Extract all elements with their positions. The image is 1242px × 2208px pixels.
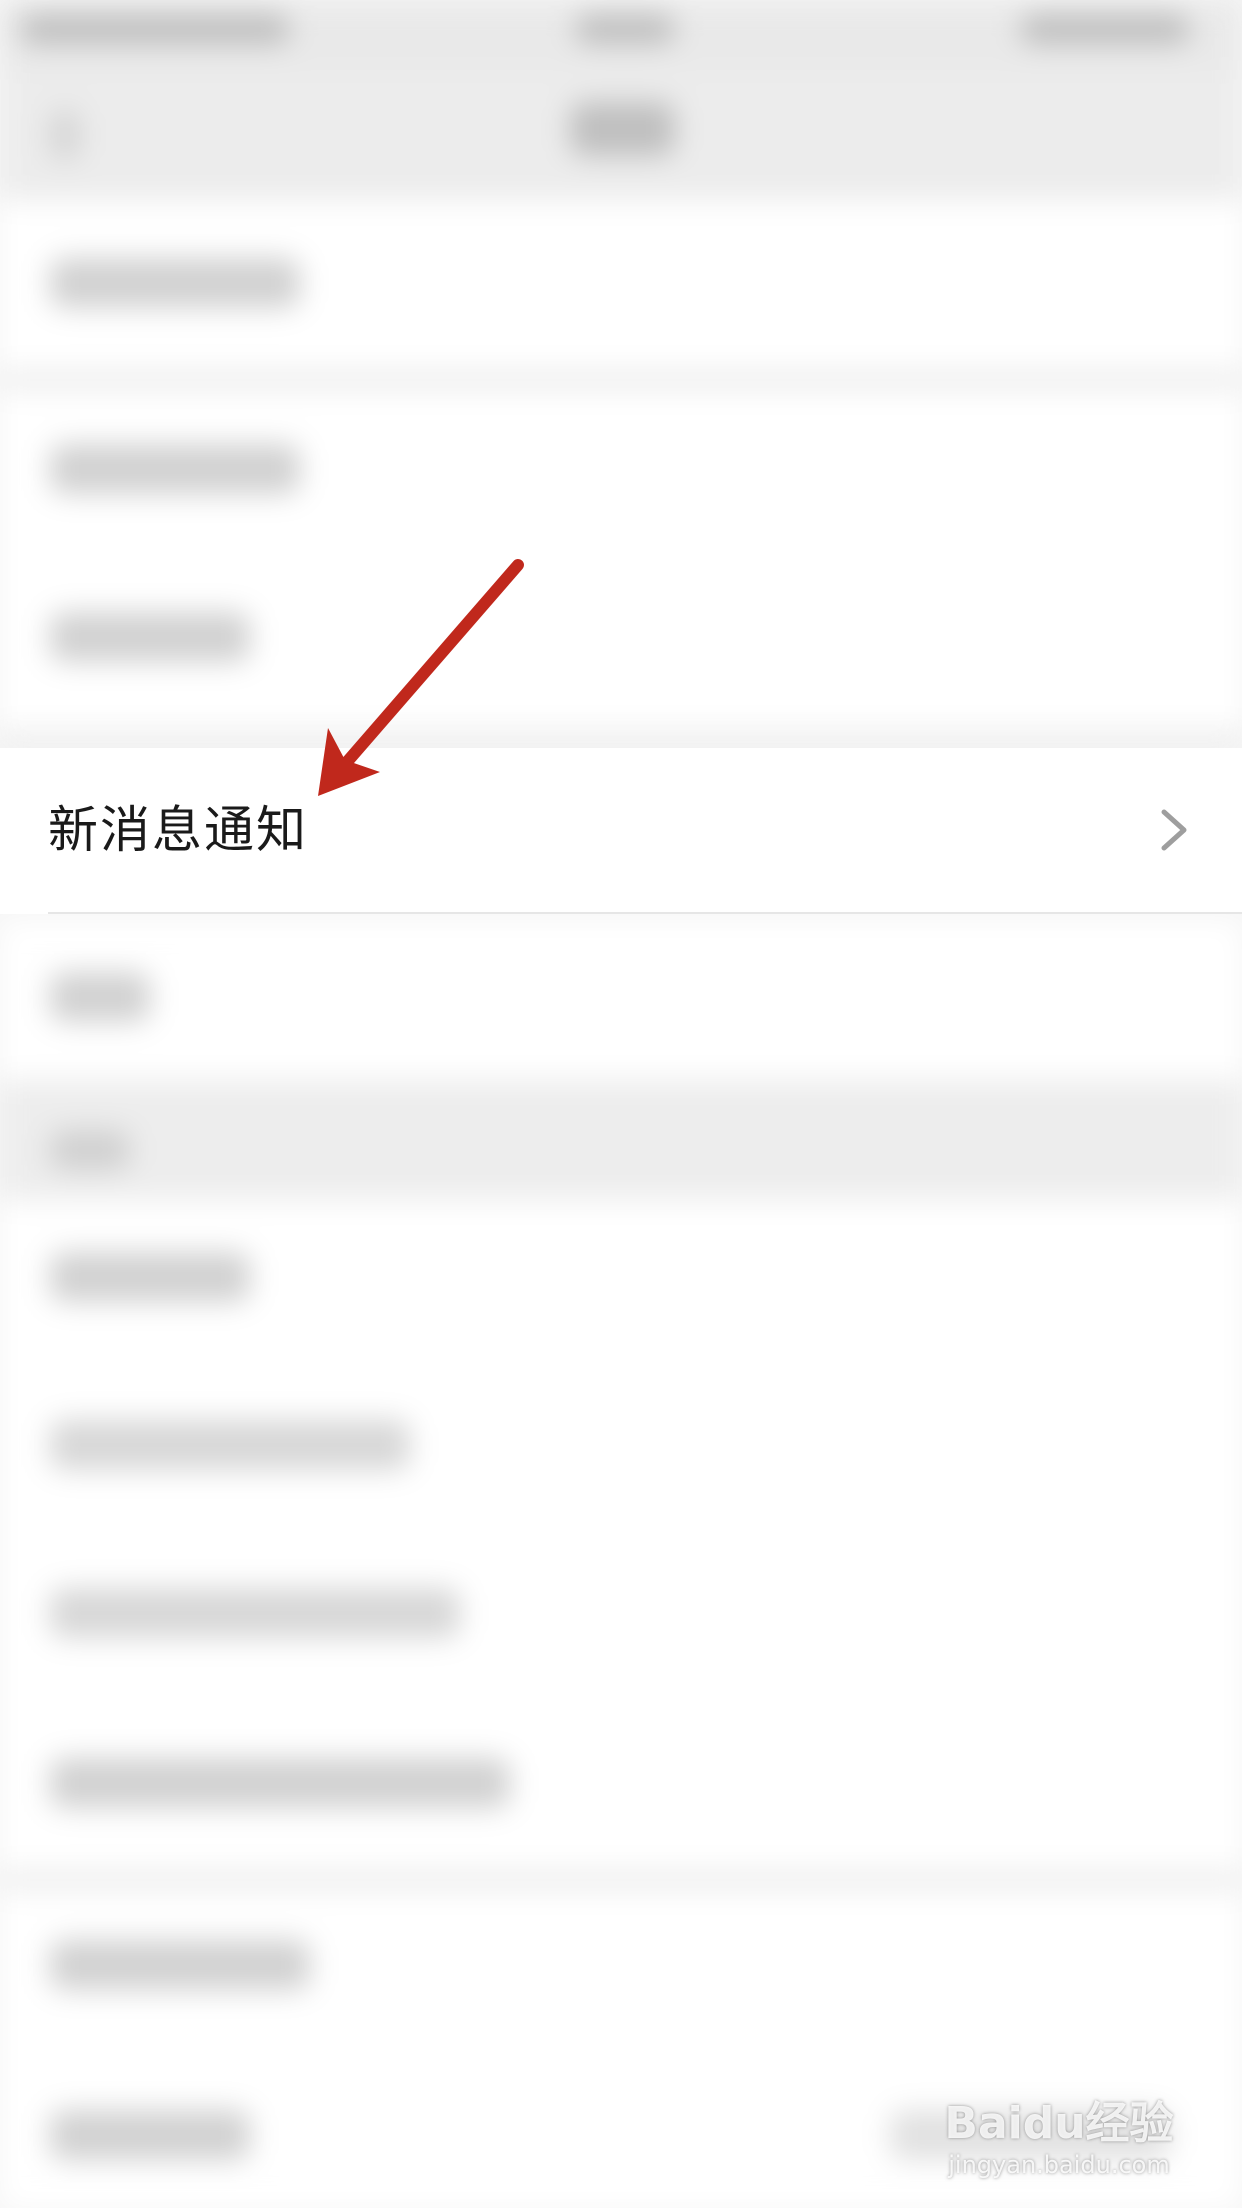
navigation-bar (0, 70, 1242, 200)
status-bar (0, 0, 1242, 70)
settings-screen: 新消息通知 Baidu经验 jingyan.baidu.com (0, 0, 1242, 2208)
new-message-notification-label: 新消息通知 (48, 801, 308, 859)
watermark-main-text: Baidu经验 (944, 2098, 1174, 2149)
watermark-sub-text: jingyan.baidu.com (948, 2151, 1170, 2179)
new-message-notification-row[interactable]: 新消息通知 (0, 748, 1242, 914)
row-divider (48, 912, 1242, 914)
chevron-right-icon (1161, 809, 1187, 851)
blurred-background (0, 0, 1242, 2208)
baidu-watermark: Baidu经验 jingyan.baidu.com (934, 2098, 1184, 2180)
